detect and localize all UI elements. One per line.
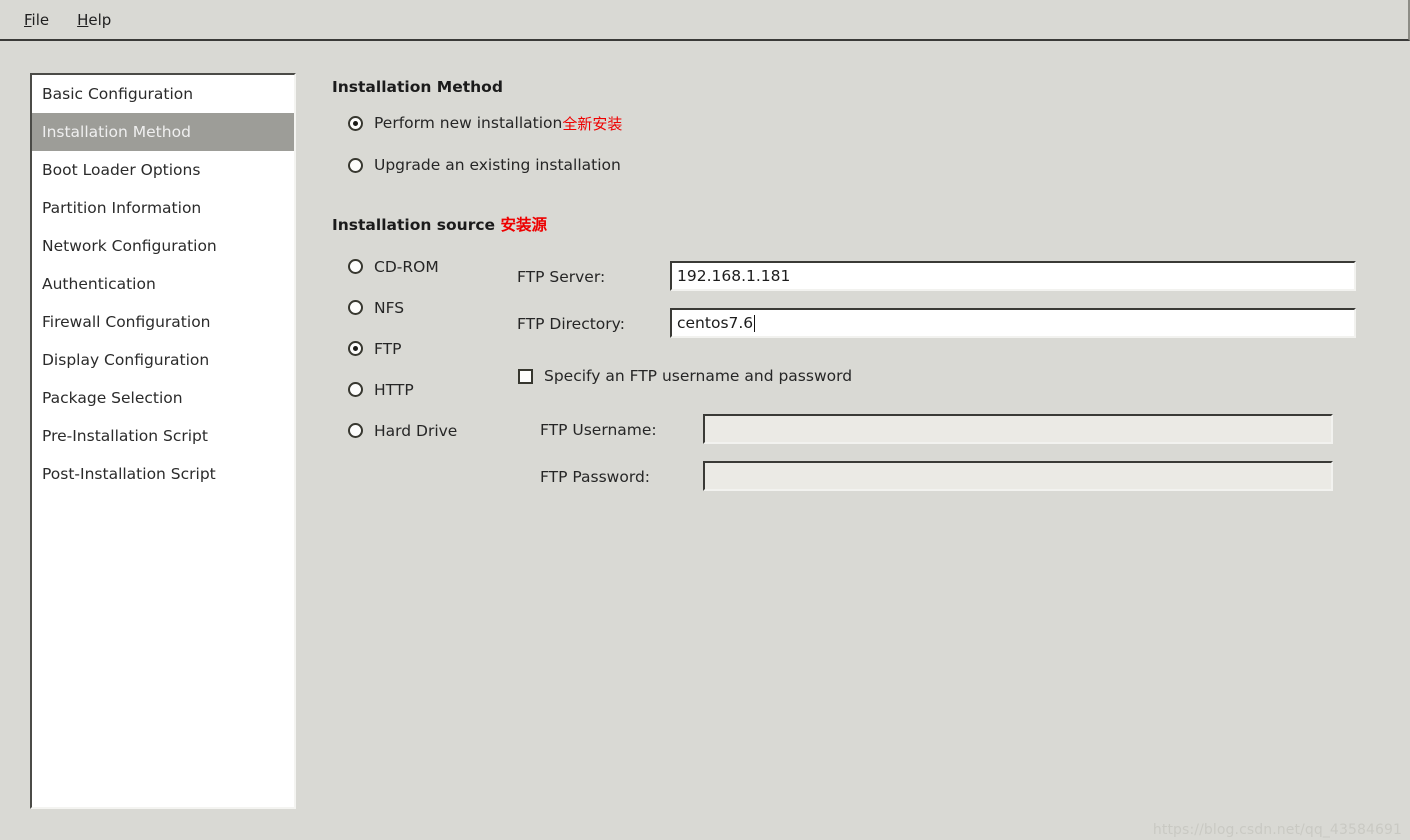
installation-method-heading: Installation Method	[332, 78, 503, 96]
sidebar-item-authentication[interactable]: Authentication	[32, 265, 294, 303]
ftp-server-input[interactable]: 192.168.1.181	[670, 261, 1356, 291]
radio-annotation-cn: 全新安装	[562, 114, 623, 133]
menu-item-help-accelerator: H	[77, 10, 89, 29]
sidebar-item-label: Installation Method	[42, 123, 191, 141]
radio-source-cdrom[interactable]: CD-ROM	[348, 246, 457, 287]
sidebar-item-post-installation-script[interactable]: Post-Installation Script	[32, 455, 294, 493]
radio-indicator-icon	[348, 115, 363, 131]
ftp-directory-input[interactable]: centos7.6	[670, 308, 1356, 338]
sidebar-item-display-configuration[interactable]: Display Configuration	[32, 341, 294, 379]
radio-source-http[interactable]: HTTP	[348, 369, 457, 410]
radio-upgrade-existing-installation[interactable]: Upgrade an existing installation	[348, 150, 621, 180]
ftp-server-value: 192.168.1.181	[677, 267, 791, 285]
sidebar-item-package-selection[interactable]: Package Selection	[32, 379, 294, 417]
installation-source-heading: Installation source 安装源	[332, 213, 547, 235]
sidebar-list[interactable]: Basic Configuration Installation Method …	[30, 73, 296, 809]
sidebar-item-installation-method[interactable]: Installation Method	[32, 113, 294, 151]
sidebar-item-label: Package Selection	[42, 389, 183, 407]
radio-indicator-icon	[348, 341, 363, 356]
menu-item-file-accelerator: F	[24, 10, 32, 29]
menu-bar: File Help	[0, 0, 1410, 41]
sidebar-item-label: Pre-Installation Script	[42, 427, 208, 445]
installation-source-heading-annotation-cn: 安装源	[500, 216, 547, 234]
watermark-text: https://blog.csdn.net/qq_43584691	[1152, 822, 1402, 838]
ftp-username-input[interactable]	[703, 414, 1333, 444]
sidebar-item-network-configuration[interactable]: Network Configuration	[32, 227, 294, 265]
sidebar-item-label: Authentication	[42, 275, 156, 293]
radio-label: Hard Drive	[374, 421, 458, 440]
radio-source-ftp[interactable]: FTP	[348, 328, 457, 369]
ftp-username-label: FTP Username:	[540, 421, 657, 439]
menu-item-file[interactable]: File	[14, 9, 59, 31]
radio-source-nfs[interactable]: NFS	[348, 287, 457, 328]
radio-indicator-icon	[348, 382, 363, 397]
radio-label: Perform new installation	[374, 114, 563, 132]
sidebar-item-label: Post-Installation Script	[42, 465, 216, 483]
text-cursor	[754, 314, 756, 332]
installation-source-heading-text: Installation source	[332, 216, 496, 234]
sidebar-item-pre-installation-script[interactable]: Pre-Installation Script	[32, 417, 294, 455]
sidebar-item-label: Partition Information	[42, 199, 202, 217]
sidebar-item-label: Boot Loader Options	[42, 161, 201, 179]
sidebar-item-boot-loader-options[interactable]: Boot Loader Options	[32, 151, 294, 189]
installation-source-radio-group[interactable]: CD-ROM NFS FTP HTTP Hard Drive	[348, 246, 457, 451]
specify-ftp-credentials-checkbox[interactable]: Specify an FTP username and password	[518, 367, 852, 385]
radio-indicator-icon	[348, 300, 363, 315]
sidebar-item-label: Network Configuration	[42, 237, 217, 255]
radio-indicator-icon	[348, 157, 363, 173]
checkbox-label: Specify an FTP username and password	[544, 367, 853, 385]
radio-label: HTTP	[374, 380, 414, 399]
menu-item-help[interactable]: Help	[67, 9, 121, 31]
sidebar-item-partition-information[interactable]: Partition Information	[32, 189, 294, 227]
radio-perform-new-installation[interactable]: Perform new installation 全新安装	[348, 108, 622, 138]
sidebar-item-basic-configuration[interactable]: Basic Configuration	[32, 75, 294, 113]
menu-item-help-label-rest: elp	[88, 10, 112, 29]
radio-label: CD-ROM	[374, 257, 439, 276]
radio-source-hard-drive[interactable]: Hard Drive	[348, 410, 457, 451]
ftp-password-input[interactable]	[703, 461, 1333, 491]
radio-indicator-icon	[348, 259, 363, 274]
sidebar-item-label: Firewall Configuration	[42, 313, 211, 331]
radio-label: FTP	[374, 339, 402, 358]
checkbox-indicator-icon	[518, 368, 533, 384]
sidebar-item-firewall-configuration[interactable]: Firewall Configuration	[32, 303, 294, 341]
main-panel: Installation Method Perform new installa…	[330, 60, 1390, 820]
sidebar-item-label: Display Configuration	[42, 351, 210, 369]
radio-label: Upgrade an existing installation	[374, 156, 621, 174]
ftp-directory-label: FTP Directory:	[517, 315, 625, 333]
menu-item-file-label-rest: ile	[31, 10, 50, 29]
sidebar-item-label: Basic Configuration	[42, 85, 194, 103]
ftp-directory-value: centos7.6	[677, 314, 754, 332]
ftp-server-label: FTP Server:	[517, 268, 606, 286]
ftp-password-label: FTP Password:	[540, 468, 651, 486]
radio-label: NFS	[374, 298, 405, 317]
radio-indicator-icon	[348, 423, 363, 438]
